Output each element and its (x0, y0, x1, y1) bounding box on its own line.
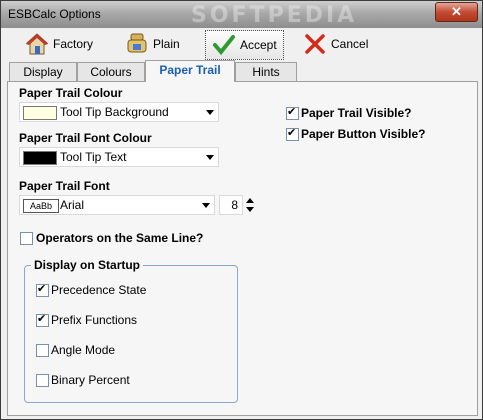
chevron-down-icon (202, 203, 210, 208)
prefix-functions-checkbox[interactable] (36, 312, 49, 327)
factory-button[interactable]: Factory (25, 30, 93, 58)
paper-trail-font-select[interactable]: AaBb Arial (19, 195, 215, 215)
checkmark-icon (212, 33, 236, 57)
angle-mode-label: Angle Mode (51, 343, 116, 357)
paper-trail-font-colour-value: Tool Tip Text (60, 150, 127, 164)
paper-trail-panel: Paper Trail Colour Tool Tip Background P… (7, 81, 478, 416)
operators-same-line-label: Operators on the Same Line? (36, 231, 204, 245)
cancel-button[interactable]: Cancel (303, 30, 368, 58)
factory-label: Factory (53, 37, 94, 51)
paper-trail-colour-label: Paper Trail Colour (19, 86, 123, 100)
precedence-state-checkbox[interactable] (36, 282, 49, 297)
tab-hints[interactable]: Hints (235, 62, 297, 81)
prefix-functions-label: Prefix Functions (51, 313, 138, 327)
spin-up-icon[interactable] (246, 198, 254, 203)
chevron-down-icon (206, 110, 214, 115)
plain-icon (125, 32, 149, 56)
plain-label: Plain (153, 37, 180, 51)
tab-colours[interactable]: Colours (77, 62, 145, 81)
angle-mode-checkbox[interactable] (36, 344, 49, 357)
paper-trail-colour-value: Tool Tip Background (60, 105, 169, 119)
display-on-startup-title: Display on Startup (31, 258, 144, 272)
tab-paper-trail[interactable]: Paper Trail (145, 60, 235, 82)
paper-button-visible-label: Paper Button Visible? (301, 127, 426, 141)
watermark: SOFTPEDIA (191, 3, 358, 28)
cancel-x-icon (303, 32, 327, 56)
precedence-state-label: Precedence State (51, 283, 147, 297)
options-window: ESBCalc Options SOFTPEDIA ✕ Factory Plai… (0, 0, 483, 420)
title-bar[interactable]: ESBCalc Options SOFTPEDIA ✕ (1, 1, 482, 28)
paper-trail-font-colour-label: Paper Trail Font Colour (19, 131, 152, 145)
tab-display[interactable]: Display (9, 62, 77, 81)
paper-trail-visible-label: Paper Trail Visible? (301, 106, 412, 120)
toolbar: Factory Plain Accept Cancel (5, 29, 479, 61)
colour-swatch (23, 106, 57, 120)
operators-same-line-checkbox[interactable] (20, 232, 33, 245)
binary-percent-label: Binary Percent (51, 373, 130, 387)
paper-button-visible-checkbox[interactable] (286, 126, 299, 141)
font-preview: AaBb (23, 199, 59, 213)
font-size-input[interactable]: 8 (219, 195, 243, 215)
paper-trail-font-label: Paper Trail Font (19, 179, 110, 193)
house-icon (25, 32, 49, 56)
spin-down-icon[interactable] (246, 207, 254, 212)
close-button[interactable]: ✕ (435, 2, 478, 22)
font-size-spinner[interactable] (245, 195, 255, 215)
binary-percent-checkbox[interactable] (36, 374, 49, 387)
cancel-label: Cancel (331, 37, 369, 51)
paper-trail-visible-checkbox[interactable] (286, 105, 299, 120)
paper-trail-font-value: Arial (60, 198, 85, 212)
chevron-down-icon (206, 155, 214, 160)
accept-button[interactable]: Accept (205, 30, 284, 60)
window-title: ESBCalc Options (8, 7, 101, 21)
colour-swatch (23, 151, 57, 165)
plain-button[interactable]: Plain (125, 30, 180, 58)
accept-label: Accept (240, 38, 277, 52)
display-on-startup-group: Display on Startup Precedence State Pref… (24, 258, 238, 403)
tab-strip: Display Colours Paper Trail Hints (7, 60, 477, 82)
paper-trail-font-colour-select[interactable]: Tool Tip Text (19, 147, 219, 167)
paper-trail-colour-select[interactable]: Tool Tip Background (19, 102, 219, 122)
